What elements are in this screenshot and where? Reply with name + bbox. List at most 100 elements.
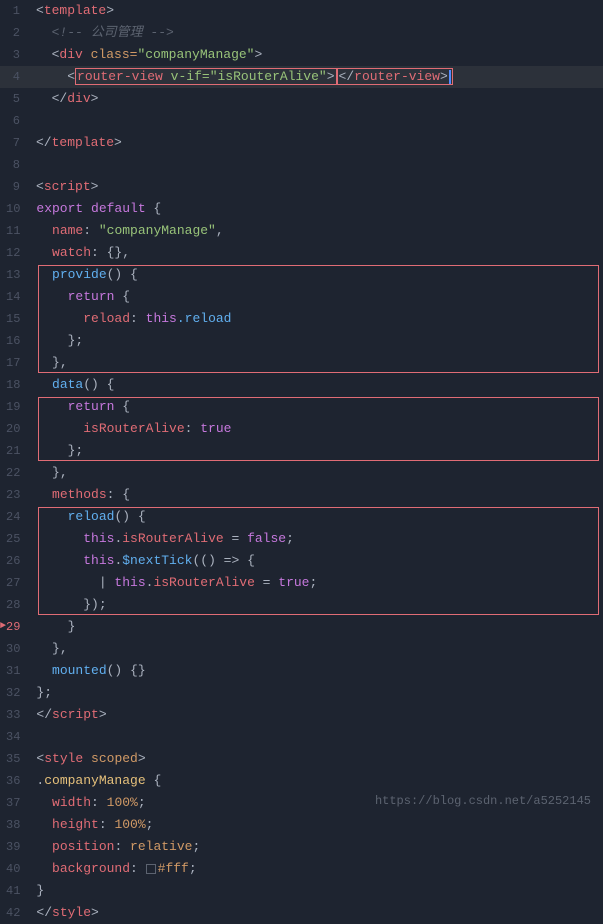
token-fn: .reload — [177, 311, 232, 326]
line-content: }, — [32, 463, 603, 483]
code-line: 13 provide() { — [0, 264, 603, 286]
code-line: 35<style scoped> — [0, 748, 603, 770]
line-content: <style scoped> — [32, 749, 603, 769]
line-content: } — [32, 617, 603, 637]
line-number: 39 — [0, 837, 32, 857]
code-editor: 1<template>2 <!-- 公司管理 -->3 <div class="… — [0, 0, 603, 924]
token-plain — [36, 91, 52, 106]
token-tag-bracket: > — [138, 751, 146, 766]
code-line: 31 mounted() {} — [0, 660, 603, 682]
token-prop: isRouterAlive — [83, 421, 184, 436]
token-tag: div — [59, 47, 82, 62]
token-prop: reload — [83, 311, 130, 326]
token-prop: background — [52, 861, 130, 876]
token-plain — [36, 553, 83, 568]
line-number: 19 — [0, 397, 32, 417]
token-prop: height — [52, 817, 99, 832]
code-line: 17 }, — [0, 352, 603, 374]
token-plain — [36, 421, 83, 436]
token-plain: ; — [286, 531, 294, 546]
token-plain: = — [255, 575, 278, 590]
line-content: }; — [32, 331, 603, 351]
line-number: 11 — [0, 221, 32, 241]
line-content: position: relative; — [32, 837, 603, 857]
token-plain — [36, 817, 52, 832]
line-content: background: #fff; — [32, 859, 603, 879]
token-plain: ; — [310, 575, 318, 590]
code-line: 27 | this.isRouterAlive = true; — [0, 572, 603, 594]
token-plain — [36, 641, 52, 656]
token-tag-bracket: > — [99, 707, 107, 722]
code-line: 21 }; — [0, 440, 603, 462]
token-tag: script — [52, 707, 99, 722]
token-plain — [36, 377, 52, 392]
line-content: methods: { — [32, 485, 603, 505]
code-line: 8 — [0, 154, 603, 176]
token-plain: : — [130, 861, 146, 876]
token-prop: width — [52, 795, 91, 810]
line-number: 9 — [0, 177, 32, 197]
token-tag: style — [44, 751, 83, 766]
token-kw: return — [68, 399, 115, 414]
token-tag: script — [44, 179, 91, 194]
line-content: </script> — [32, 705, 603, 725]
code-line: 12 watch: {}, — [0, 242, 603, 264]
token-plain — [36, 355, 52, 370]
token-plain: : — [130, 311, 146, 326]
token-tag: div — [67, 91, 90, 106]
token-plain — [36, 597, 83, 612]
token-plain — [36, 795, 52, 810]
code-line: 41} — [0, 880, 603, 902]
line-number: 23 — [0, 485, 32, 505]
line-content: }, — [32, 639, 603, 659]
token-plain — [36, 399, 67, 414]
line-content: isRouterAlive: true — [32, 419, 603, 439]
line-content: height: 100%; — [32, 815, 603, 835]
line-content: .companyManage { — [32, 771, 603, 791]
token-plain: }, — [52, 355, 68, 370]
token-plain: }; — [36, 685, 52, 700]
code-line: 33</script> — [0, 704, 603, 726]
line-number: 42 — [0, 903, 32, 923]
token-kw: default — [91, 201, 146, 216]
token-plain — [36, 223, 52, 238]
token-plain — [36, 465, 52, 480]
token-plain — [36, 443, 67, 458]
line-content: <script> — [32, 177, 603, 197]
line-content: provide() { — [32, 265, 603, 285]
line-number: 22 — [0, 463, 32, 483]
code-line: 5 </div> — [0, 88, 603, 110]
token-plain: : {}, — [91, 245, 130, 260]
token-plain: () { — [114, 509, 145, 524]
line-content: </div> — [32, 89, 603, 109]
code-line: 40 background: #fff; — [0, 858, 603, 880]
line-number: 6 — [0, 111, 32, 131]
token-plain — [36, 47, 52, 62]
token-tag: template — [44, 3, 106, 18]
line-number: 12 — [0, 243, 32, 263]
token-tag-bracket: > — [254, 47, 262, 62]
code-line: 39 position: relative; — [0, 836, 603, 858]
line-number: 35 — [0, 749, 32, 769]
token-plain: : — [83, 223, 99, 238]
line-number: 25 — [0, 529, 32, 549]
token-plain: ; — [189, 861, 197, 876]
line-number: 32 — [0, 683, 32, 703]
line-number: 27 — [0, 573, 32, 593]
token-prop: methods — [52, 487, 107, 502]
line-number: 24 — [0, 507, 32, 527]
code-line: 28 }); — [0, 594, 603, 616]
token-plain — [36, 487, 52, 502]
token-attr: scoped — [91, 751, 138, 766]
token-prop: position — [52, 839, 114, 854]
token-plain: }, — [52, 465, 68, 480]
token-plain: } — [68, 619, 76, 634]
token-tag: style — [52, 905, 91, 920]
token-plain — [36, 861, 52, 876]
code-line: 32}; — [0, 682, 603, 704]
arrow-indicator: ► — [0, 617, 6, 637]
code-line: 7</template> — [0, 132, 603, 154]
token-plain: : { — [107, 487, 130, 502]
code-line: 30 }, — [0, 638, 603, 660]
line-number: 34 — [0, 727, 32, 747]
